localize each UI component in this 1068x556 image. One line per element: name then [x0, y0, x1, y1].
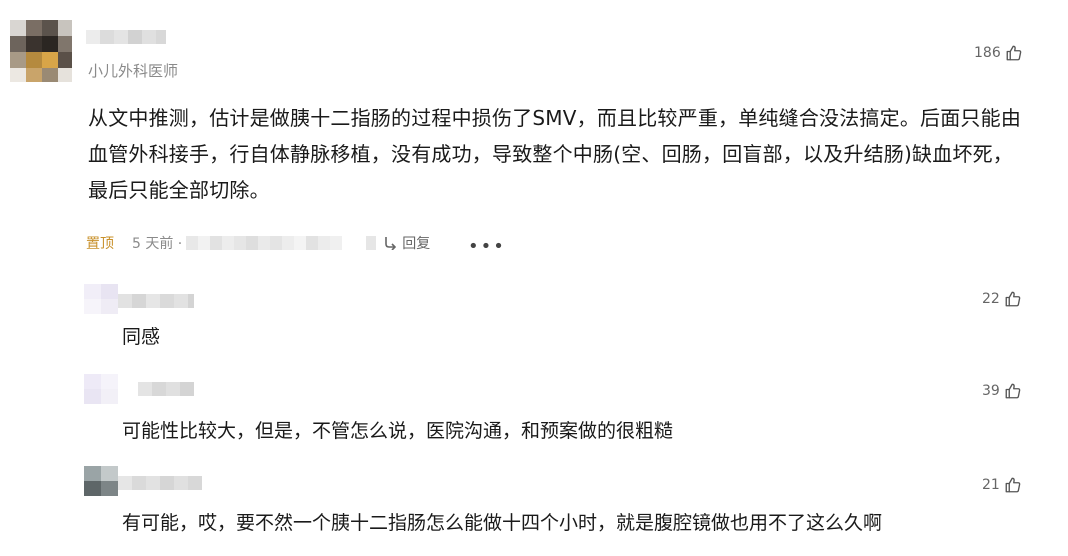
like-button[interactable]: 39 [982, 382, 1022, 400]
reply-text: 可能性比较大，但是，不管怎么说，医院沟通，和预案做的很粗糙 [122, 420, 674, 442]
location-blurred [186, 236, 377, 250]
more-options-button[interactable]: ••• [468, 236, 506, 257]
thumbs-up-icon [1006, 45, 1022, 61]
reply-text: 同感 [122, 326, 161, 348]
like-count: 21 [982, 477, 1000, 493]
reply-avatar[interactable] [84, 284, 118, 314]
like-count: 22 [982, 291, 1000, 307]
reply-button[interactable]: 回复 [384, 233, 430, 253]
reply-text: 有可能，哎，要不然一个胰十二指肠怎么能做十四个小时，就是腹腔镜做也用不了这么久啊 [122, 512, 883, 534]
pinned-badge: 置顶 [86, 236, 114, 252]
reply-username-blurred[interactable] [138, 382, 194, 396]
avatar[interactable] [10, 20, 72, 82]
reply-avatar[interactable] [84, 466, 118, 496]
thumbs-up-icon [1005, 383, 1021, 399]
reply-item: 21 有可能，哎，要不然一个胰十二指肠怎么能做十四个小时，就是腹腔镜做也用不了这… [0, 462, 1068, 546]
reply-username-blurred[interactable] [118, 294, 194, 308]
reply-icon [385, 237, 397, 250]
reply-item: 22 同感 [0, 276, 1068, 360]
reply-username-blurred[interactable] [118, 476, 202, 490]
username-blurred[interactable] [86, 30, 166, 44]
reply-avatar[interactable] [84, 374, 118, 404]
thumbs-up-icon [1005, 477, 1021, 493]
like-button[interactable]: 186 [974, 44, 1023, 62]
user-title: 小儿外科医师 [88, 62, 179, 80]
comment-text: 从文中推测，估计是做胰十二指肠的过程中损伤了SMV，而且比较严重，单纯缝合没法搞… [88, 106, 1022, 202]
like-count: 39 [982, 383, 1000, 399]
thumbs-up-icon [1005, 291, 1021, 307]
reply-item: 39 可能性比较大，但是，不管怎么说，医院沟通，和预案做的很粗糙 [0, 370, 1068, 454]
like-count: 186 [974, 45, 1001, 61]
reply-label: 回复 [402, 236, 431, 252]
comment-meta: 置顶 5 天前 · 回复 [86, 232, 430, 254]
like-button[interactable]: 21 [982, 476, 1022, 494]
like-button[interactable]: 22 [982, 290, 1022, 308]
timestamp: 5 天前 · [132, 236, 183, 252]
